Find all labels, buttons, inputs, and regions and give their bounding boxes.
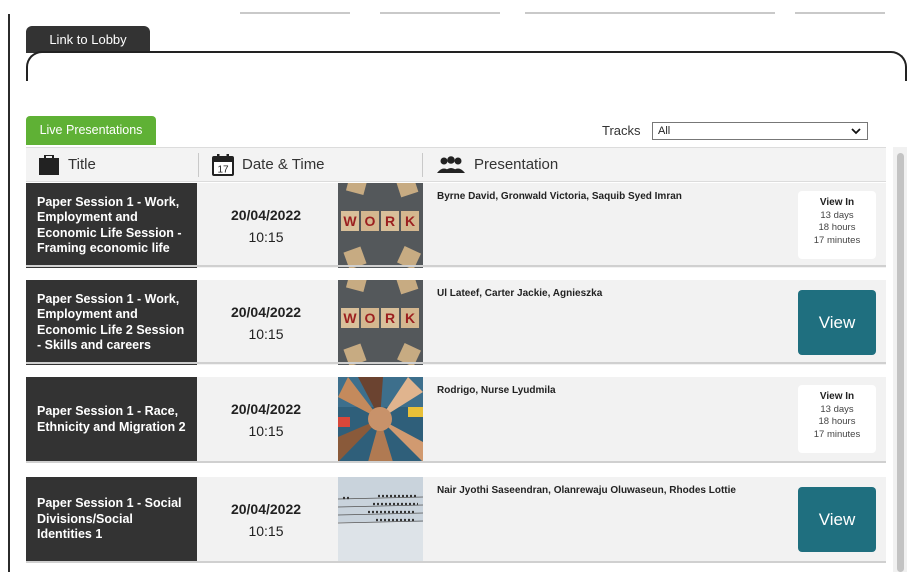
- calendar-icon: 17: [212, 153, 234, 176]
- session-row: Paper Session 1 - Work, Employment and E…: [26, 183, 886, 268]
- session-presenters: Rodrigo, Nurse Lyudmila: [437, 385, 556, 396]
- session-time: 10:15: [248, 422, 284, 439]
- tracks-select[interactable]: All: [652, 122, 868, 140]
- top-divider: [240, 12, 350, 14]
- header-title: Title: [38, 148, 96, 181]
- session-title[interactable]: Paper Session 1 - Work, Employment and E…: [26, 183, 197, 268]
- tracks-selected-value: All: [658, 125, 671, 137]
- session-title[interactable]: Paper Session 1 - Race, Ethnicity and Mi…: [26, 377, 197, 462]
- session-row: Paper Session 1 - Work, Employment and E…: [26, 280, 886, 365]
- people-icon: [437, 155, 465, 173]
- session-time: 10:15: [248, 522, 284, 539]
- top-divider: [525, 12, 775, 14]
- svg-text:W: W: [343, 213, 357, 229]
- top-divider: [795, 12, 885, 14]
- countdown-badge: View In 13 days 18 hours 17 minutes: [798, 385, 876, 453]
- svg-text:W: W: [343, 310, 357, 326]
- view-button[interactable]: View: [798, 290, 876, 355]
- session-datetime: 20/04/2022 10:15: [201, 183, 331, 268]
- column-separator: [198, 153, 199, 177]
- session-presenters: Nair Jyothi Saseendran, Olanrewaju Oluwa…: [437, 485, 736, 496]
- tracks-label: Tracks: [602, 123, 641, 138]
- svg-text:R: R: [385, 310, 395, 326]
- svg-text:K: K: [405, 213, 415, 229]
- view-in-label: View In: [819, 391, 855, 402]
- countdown-minutes: 17 minutes: [813, 234, 861, 246]
- header-presentation: Presentation: [436, 148, 558, 181]
- link-to-lobby-tab[interactable]: Link to Lobby: [26, 26, 150, 53]
- session-presenters: Byrne David, Gronwald Victoria, Saquib S…: [437, 191, 682, 202]
- session-presenters: Ul Lateef, Carter Jackie, Agnieszka: [437, 288, 603, 299]
- countdown-days: 13 days: [820, 403, 854, 415]
- session-row: Paper Session 1 - Race, Ethnicity and Mi…: [26, 377, 886, 462]
- row-divider: [26, 265, 886, 267]
- session-time: 10:15: [248, 325, 284, 342]
- top-divider: [380, 12, 500, 14]
- session-title[interactable]: Paper Session 1 - Work, Employment and E…: [26, 280, 197, 365]
- countdown-hours: 18 hours: [818, 222, 856, 233]
- view-button[interactable]: View: [798, 487, 876, 552]
- countdown-days: 13 days: [820, 209, 854, 221]
- window-edge: [8, 14, 10, 572]
- countdown-hours: 18 hours: [818, 416, 856, 427]
- live-presentations-tab[interactable]: Live Presentations: [26, 116, 156, 145]
- session-date: 20/04/2022: [230, 206, 302, 223]
- table-header: Title 17 Date & Time Presentation: [26, 147, 886, 182]
- svg-text:K: K: [405, 310, 415, 326]
- row-divider: [26, 561, 886, 563]
- scrollbar-thumb[interactable]: [897, 153, 904, 572]
- row-divider: [26, 362, 886, 364]
- row-divider: [26, 461, 886, 463]
- countdown-badge: View In 13 days 18 hours 17 minutes: [798, 191, 876, 259]
- svg-text:O: O: [365, 310, 376, 326]
- session-datetime: 20/04/2022 10:15: [201, 477, 331, 562]
- chevron-down-icon: [851, 128, 861, 135]
- session-title[interactable]: Paper Session 1 - Social Divisions/Socia…: [26, 477, 197, 562]
- session-date: 20/04/2022: [230, 400, 302, 417]
- lobby-frame: [26, 51, 907, 81]
- top-strip: [0, 0, 907, 14]
- session-time: 10:15: [248, 228, 284, 245]
- header-title-label: Title: [68, 156, 96, 173]
- calendar-day-label: 17: [217, 164, 229, 175]
- svg-text:O: O: [365, 213, 376, 229]
- header-presentation-label: Presentation: [474, 156, 559, 173]
- session-date: 20/04/2022: [230, 303, 302, 320]
- session-date: 20/04/2022: [230, 500, 302, 517]
- countdown-minutes: 17 minutes: [813, 428, 861, 440]
- column-separator: [422, 153, 423, 177]
- clipboard-icon: [39, 154, 59, 175]
- session-datetime: 20/04/2022 10:15: [201, 280, 331, 365]
- stacked-hands-image: [338, 377, 423, 462]
- birds-on-wires-image: [338, 477, 423, 562]
- session-datetime: 20/04/2022 10:15: [201, 377, 331, 462]
- header-datetime-label: Date & Time: [242, 156, 325, 173]
- svg-text:R: R: [385, 213, 395, 229]
- view-in-label: View In: [819, 197, 855, 208]
- work-blocks-image: W O R K: [338, 183, 423, 268]
- work-blocks-image: W O R K: [338, 280, 423, 365]
- header-datetime: 17 Date & Time: [212, 148, 325, 181]
- session-row: Paper Session 1 - Social Divisions/Socia…: [26, 477, 886, 562]
